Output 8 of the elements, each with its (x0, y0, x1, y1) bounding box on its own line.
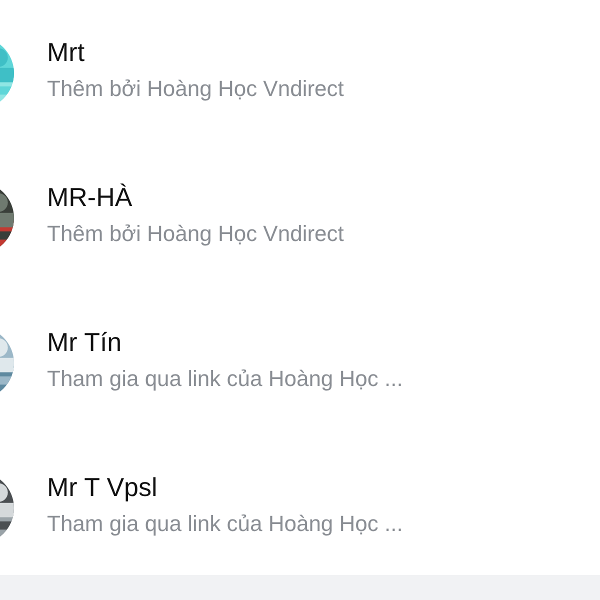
member-name: MR-HÀ (47, 182, 134, 213)
member-name: Mrt (47, 37, 86, 68)
member-subtitle: Thêm bởi Hoàng Học Vndirect (47, 76, 344, 102)
member-subtitle: Thêm bởi Hoàng Học Vndirect (47, 221, 344, 247)
member-name: Mr T Vpsl (47, 472, 158, 503)
member-subtitle: Tham gia qua link của Hoàng Học ... (47, 366, 403, 392)
member-subtitle: Tham gia qua link của Hoàng Học ... (47, 511, 403, 537)
member-name: Mr Tín (47, 327, 123, 358)
